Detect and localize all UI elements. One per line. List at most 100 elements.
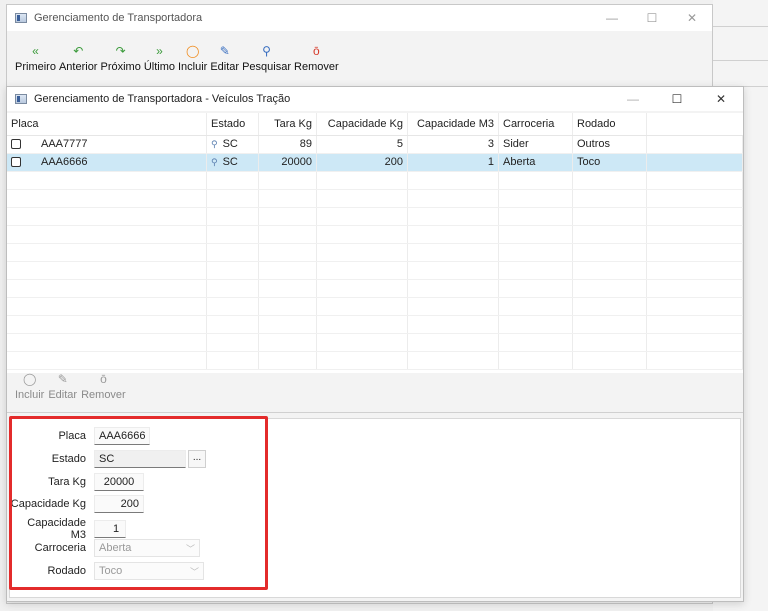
column-header-placa[interactable]: Placa xyxy=(7,113,207,135)
vehicles-window-title: Gerenciamento de Transportadora - Veícul… xyxy=(34,93,291,105)
cell-rodado: Outros xyxy=(573,136,647,153)
double-chevron-right-icon: » xyxy=(156,44,163,58)
placa-field[interactable]: AAA6666 xyxy=(94,427,150,445)
cell-cap_kg: 5 xyxy=(317,136,408,153)
maximize-button[interactable]: ☐ xyxy=(655,87,699,111)
main-window-title: Gerenciamento de Transportadora xyxy=(34,12,203,24)
toolbar-button-label: Remover xyxy=(294,61,339,73)
carroceria-select[interactable]: Aberta ﹀ xyxy=(94,539,200,557)
detail-button-label: Editar xyxy=(48,389,78,401)
cell-tara: 89 xyxy=(259,136,317,153)
close-button[interactable]: ✕ xyxy=(672,5,712,31)
estado-label: Estado xyxy=(51,453,86,465)
column-header-capacidade-kg[interactable]: Capacidade Kg xyxy=(317,113,408,135)
minimize-button[interactable]: — xyxy=(611,87,655,111)
toolbar-button-anterior[interactable]: ↶ Anterior xyxy=(59,43,98,73)
double-chevron-left-icon: « xyxy=(32,44,39,58)
estado-text: SC xyxy=(222,138,238,150)
pin-icon: ✎ xyxy=(57,372,68,386)
detail-remover-button[interactable]: ō Remover xyxy=(81,371,126,401)
vehicle-form: Placa AAA6666 Estado SC ... Tara Kg 2000… xyxy=(9,418,741,598)
search-icon: ⚲ xyxy=(262,44,271,58)
chevron-down-icon: ﹀ xyxy=(185,544,195,554)
placa-text: AAA7777 xyxy=(41,138,88,150)
remove-icon: ō xyxy=(100,372,107,386)
rodado-select[interactable]: Toco ﹀ xyxy=(94,562,204,580)
empty-row xyxy=(7,298,743,316)
toolbar-button-remover[interactable]: ō Remover xyxy=(294,43,339,73)
estado-field[interactable]: SC xyxy=(94,450,186,468)
form-row-carroceria: Carroceria Aberta ﹀ xyxy=(10,539,200,557)
empty-row xyxy=(7,190,743,208)
cell-cap_kg: 200 xyxy=(317,154,408,171)
row-checkbox[interactable] xyxy=(11,139,21,150)
empty-row xyxy=(7,334,743,352)
cell-tara: 20000 xyxy=(259,154,317,171)
add-circle-icon: ◯ xyxy=(22,372,37,386)
search-icon[interactable]: ⚲ xyxy=(211,157,218,167)
close-button[interactable]: ✕ xyxy=(699,87,743,111)
column-header-tara[interactable]: Tara Kg xyxy=(259,113,317,135)
maximize-button[interactable]: ☐ xyxy=(632,5,672,31)
column-header-capacidade-m3[interactable]: Capacidade M3 xyxy=(408,113,499,135)
undo-arrow-icon: ↶ xyxy=(73,44,84,58)
main-window-titlebar: Gerenciamento de Transportadora — ☐ ✕ xyxy=(7,5,712,31)
pin-icon: ✎ xyxy=(219,44,230,58)
table-row[interactable]: AAA7777 ⚲ SC 89 5 3 Sider Outros xyxy=(7,136,743,154)
empty-row xyxy=(7,208,743,226)
minimize-button[interactable]: — xyxy=(592,5,632,31)
empty-row xyxy=(7,244,743,262)
navigation-toolbar: « Primeiro ↶ Anterior ↷ Próximo » Último ◯ Inclui… xyxy=(15,43,342,73)
capacidade-m3-label: Capacidade M3 xyxy=(27,517,86,541)
toolbar-button-editar[interactable]: ✎ Editar xyxy=(210,43,239,73)
capacidade-kg-field[interactable]: 200 xyxy=(94,495,144,513)
toolbar-button-label: Pesquisar xyxy=(242,61,292,73)
column-header-carroceria[interactable]: Carroceria xyxy=(499,113,573,135)
search-icon[interactable]: ⚲ xyxy=(211,139,218,149)
app-window-icon xyxy=(15,94,27,104)
rodado-label: Rodado xyxy=(47,565,86,577)
chevron-down-icon: ﹀ xyxy=(189,567,199,577)
toolbar-button-label: Primeiro xyxy=(15,61,56,73)
toolbar-button-último[interactable]: » Último xyxy=(144,43,175,73)
divider xyxy=(7,412,743,413)
toolbar-button-label: Incluir xyxy=(178,61,208,73)
empty-row xyxy=(7,352,743,370)
form-row-capacidade-m3: Capacidade M3 1 xyxy=(10,517,126,541)
placa-text: AAA6666 xyxy=(41,156,88,168)
empty-row xyxy=(7,262,743,280)
detail-incluir-button[interactable]: ◯ Incluir xyxy=(15,371,44,401)
rodado-value: Toco xyxy=(99,565,123,577)
detail-toolbar: ◯ Incluir ✎ Editar ō Remover xyxy=(15,371,130,401)
cell-carroceria: Sider xyxy=(499,136,573,153)
cell-rodado: Toco xyxy=(573,154,647,171)
toolbar-button-label: Anterior xyxy=(58,61,98,73)
detail-editar-button[interactable]: ✎ Editar xyxy=(48,371,77,401)
empty-row xyxy=(7,226,743,244)
cell-carroceria: Aberta xyxy=(499,154,573,171)
capacidade-m3-field[interactable]: 1 xyxy=(94,520,126,538)
toolbar-button-primeiro[interactable]: « Primeiro xyxy=(15,43,56,73)
toolbar-button-label: Próximo xyxy=(100,61,141,73)
toolbar-button-incluir[interactable]: ◯ Incluir xyxy=(178,43,207,73)
detail-button-label: Incluir xyxy=(15,389,45,401)
toolbar-button-pesquisar[interactable]: ⚲ Pesquisar xyxy=(242,43,291,73)
cell-cap_m3: 1 xyxy=(408,154,499,171)
table-row[interactable]: AAA6666 ⚲ SC 20000 200 1 Aberta Toco xyxy=(7,154,743,172)
remove-icon: ō xyxy=(312,44,320,58)
empty-row xyxy=(7,280,743,298)
form-row-rodado: Rodado Toco ﹀ xyxy=(10,562,204,580)
estado-lookup-button[interactable]: ... xyxy=(188,450,206,468)
form-row-placa: Placa AAA6666 xyxy=(10,427,150,445)
grid-header: Placa Estado Tara Kg Capacidade Kg Capac… xyxy=(7,113,743,136)
empty-row xyxy=(7,316,743,334)
toolbar-button-label: Último xyxy=(143,61,175,73)
column-header-rodado[interactable]: Rodado xyxy=(573,113,647,135)
toolbar-button-próximo[interactable]: ↷ Próximo xyxy=(100,43,140,73)
form-row-capacidade-kg: Capacidade Kg 200 xyxy=(10,495,144,513)
carroceria-value: Aberta xyxy=(99,542,132,554)
estado-text: SC xyxy=(222,156,238,168)
column-header-estado[interactable]: Estado xyxy=(207,113,259,135)
row-checkbox[interactable] xyxy=(11,157,21,168)
tara-field[interactable]: 20000 xyxy=(94,473,144,491)
